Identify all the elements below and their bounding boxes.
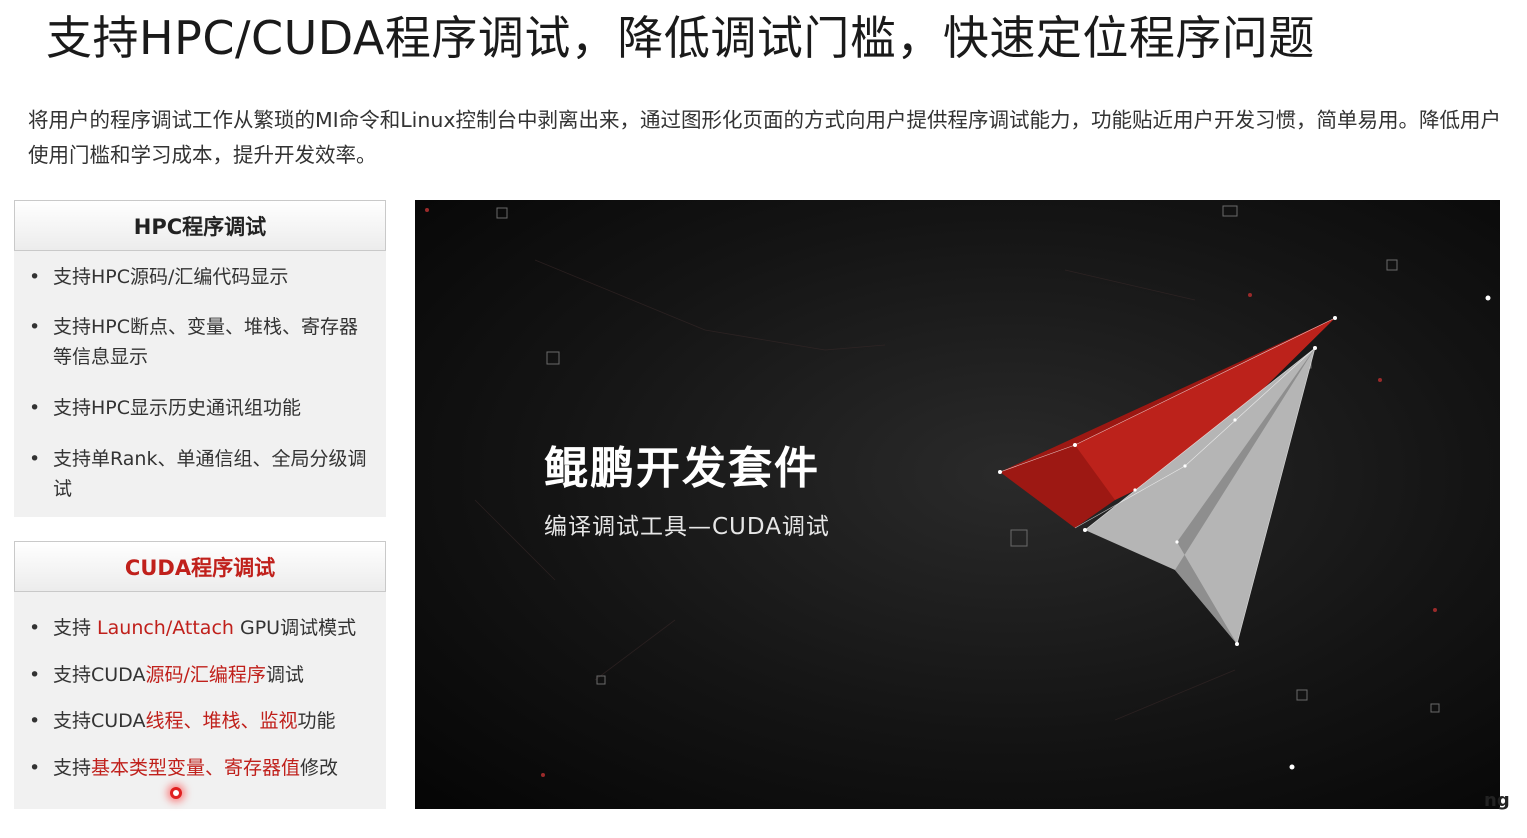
corner-text-fragment: ng (1484, 790, 1510, 811)
hpc-feature-item: 支持HPC源码/汇编代码显示 (29, 262, 373, 292)
cuda-feature-text: 功能 (297, 710, 336, 732)
cuda-feature-text: 支持CUDA (53, 710, 146, 732)
cuda-feature-highlight: 基本类型变量、寄存器值 (91, 757, 301, 779)
kunpeng-logo-graphic (425, 205, 1491, 777)
cuda-feature-text: 支持 (53, 757, 92, 779)
hpc-panel-heading: HPC程序调试 (14, 200, 386, 251)
page-title: 支持HPC/CUDA程序调试，降低调试门槛，快速定位程序问题 (46, 11, 1315, 65)
cuda-debug-panel: CUDA程序调试 支持 Launch/Attach GPU调试模式 支持CUDA… (14, 541, 386, 809)
video-title: 鲲鹏开发套件 (544, 443, 820, 494)
cuda-feature-highlight: 线程、堆栈、监视 (145, 710, 298, 732)
cuda-feature-item: 支持 Launch/Attach GPU调试模式 (29, 613, 373, 643)
page-description: 将用户的程序调试工作从繁琐的MI命令和Linux控制台中剥离出来，通过图形化页面… (28, 108, 1501, 167)
cuda-feature-item: 支持CUDA源码/汇编程序调试 (29, 660, 373, 690)
video-subtitle: 编译调试工具—CUDA调试 (544, 514, 830, 540)
cuda-feature-item: 支持CUDA线程、堆栈、监视功能 (29, 706, 373, 736)
cuda-feature-item: 支持基本类型变量、寄存器值修改 (29, 753, 373, 783)
video-banner[interactable]: 鲲鹏开发套件 编译调试工具—CUDA调试 (415, 200, 1500, 809)
laser-pointer-icon (170, 787, 182, 799)
cuda-feature-highlight: 源码/汇编程序 (145, 664, 266, 686)
cuda-feature-text: 支持CUDA (53, 664, 146, 686)
cuda-feature-text: 调试 (265, 664, 304, 686)
hpc-debug-panel: HPC程序调试 支持HPC源码/汇编代码显示 支持HPC断点、变量、堆栈、寄存器… (14, 200, 386, 517)
hpc-feature-item: 支持HPC断点、变量、堆栈、寄存器等信息显示 (29, 312, 373, 372)
cuda-feature-text: 支持 (53, 617, 98, 639)
cuda-panel-heading: CUDA程序调试 (14, 541, 386, 592)
cuda-feature-highlight: Launch/Attach (97, 617, 234, 639)
hpc-feature-item: 支持HPC显示历史通讯组功能 (29, 393, 373, 423)
cuda-feature-text: 修改 (300, 757, 339, 779)
hpc-feature-item: 支持单Rank、单通信组、全局分级调试 (29, 444, 373, 504)
cuda-feature-text: GPU调试模式 (233, 617, 357, 639)
